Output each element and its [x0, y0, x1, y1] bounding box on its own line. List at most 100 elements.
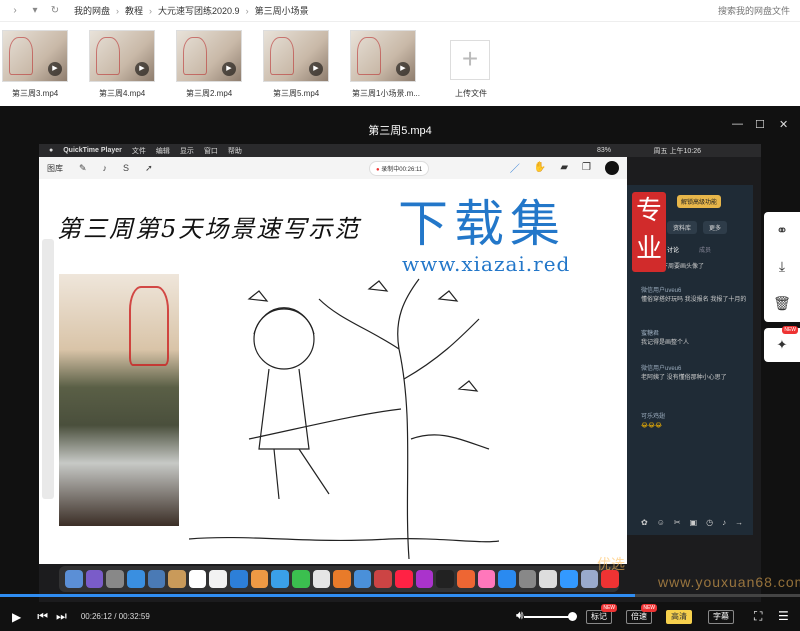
current-time: 00:26:12 [80, 612, 112, 621]
transform-icon: ➚ [145, 162, 153, 173]
video-file-item[interactable]: ▶ 第三周5.mp4 [263, 30, 335, 99]
volume-knob[interactable] [568, 612, 577, 621]
volume-icon[interactable]: 🔊︎ [516, 608, 524, 623]
chat-user: 微信用户uveu6 [641, 288, 682, 294]
list-icon[interactable]: ☰ [778, 609, 789, 623]
volume-slider[interactable] [524, 616, 572, 618]
selection-icon: S [123, 163, 130, 173]
scissors-icon: ✂ [673, 518, 681, 527]
play-icon: ▶ [222, 62, 236, 76]
recording-time: 录制中00:26:11 [381, 167, 423, 173]
battery-percent: 83% [596, 147, 611, 154]
chat-tab-discussion: 讨论 [667, 248, 680, 254]
player-title: 第三周5.mp4 [368, 125, 432, 137]
forward-icon[interactable]: › [10, 5, 20, 16]
chat-tab-members: 成员 [699, 248, 712, 254]
chat-text: 老阿姨了 没有懂俗那种小心思了 [641, 375, 727, 381]
adjust-icon: ♪ [102, 163, 108, 173]
chat-text: 我记得是画整个人 [641, 340, 690, 346]
previous-icon[interactable]: ⏮ [37, 609, 48, 624]
play-icon: ▶ [135, 62, 149, 76]
quality-button[interactable]: 高清 [666, 610, 692, 624]
file-name: 第三周2.mp4 [186, 89, 233, 98]
chat-text: 懂俗穿搭好玩吗 我没报名 我报了十月的 [641, 297, 747, 303]
speed-button[interactable]: 倍速 NEW [626, 604, 657, 624]
watermark-site: 优选 [597, 556, 625, 572]
file-name: 第三周3.mp4 [12, 89, 59, 98]
breadcrumb-item[interactable]: 我的网盘 [74, 4, 110, 17]
new-badge: NEW [782, 326, 798, 334]
breadcrumb-item[interactable]: 大元速写团练2020.9 [158, 4, 240, 17]
video-file-item[interactable]: ▶ 第三周3.mp4 [2, 30, 74, 99]
chevron-down-icon[interactable]: ▾ [30, 5, 40, 16]
video-thumbnail: ▶ [350, 30, 416, 82]
pin-icon: ✦ [776, 337, 788, 352]
mac-menu-item: 窗口 [203, 147, 218, 155]
next-icon[interactable]: ⏭ [56, 609, 67, 624]
mac-clock: 周五 上午10:26 [653, 147, 701, 155]
emoji-icon: ☺ [656, 518, 665, 527]
video-file-item[interactable]: ▶ 第三周2.mp4 [176, 30, 248, 99]
video-file-item[interactable]: ▶ 第三周4.mp4 [89, 30, 161, 99]
breadcrumb-separator: › [116, 5, 120, 16]
file-thumbnails: ▶ 第三周3.mp4 ▶ 第三周4.mp4 ▶ 第三周2.mp4 ▶ 第三周5.… [0, 22, 800, 106]
file-name: 第三周1小场景.m... [352, 89, 421, 98]
close-icon[interactable]: ✕ [779, 118, 788, 131]
layers-icon: ❐ [582, 162, 591, 173]
wrench-icon: ✎ [79, 162, 87, 173]
brush-icon: ／ [509, 164, 520, 175]
chat-message: 可乐鸡翅 😂😂😂 [641, 413, 749, 431]
video-thumbnail: ▶ [89, 30, 155, 82]
watermark-title: 下载集 [398, 195, 566, 253]
refresh-icon[interactable]: ↻ [50, 5, 60, 16]
minimize-icon[interactable]: — [732, 118, 743, 130]
mac-dock [59, 566, 619, 592]
trash-icon[interactable]: 🗑︎ [773, 295, 791, 312]
chat-input-bar: ✿ ☺ ✂ ▣ ◷ ♪ → [641, 518, 743, 527]
player-controls: ▶ ⏮ ⏭ 00:26:12 / 00:32:59 🔊︎ 标记 NEW 倍速 NEW… [0, 602, 800, 631]
bookmark-button[interactable]: 标记 NEW [586, 604, 617, 624]
eraser-icon: ▰ [560, 162, 569, 173]
search-input[interactable] [660, 3, 790, 19]
play-icon: ▶ [396, 62, 410, 76]
chat-user: 蜜糖君 [641, 331, 660, 337]
video-file-item[interactable]: ▶ 第三周1小场景.m... [350, 30, 422, 99]
download-icon[interactable]: ⤓ [779, 258, 785, 275]
video-thumbnail: ▶ [2, 30, 68, 82]
time-readout: 00:26:12 / 00:32:59 [80, 612, 150, 621]
watermark-site-url: www.youxuan68.com [658, 574, 800, 590]
watermark-url: www.xiazai.red [402, 252, 571, 276]
video-player: 第三周5.mp4 — ☐ ✕ ● QuickTime Player 文件 编辑 … [0, 106, 800, 631]
brush-size-slider [42, 239, 54, 499]
subtitles-button[interactable]: 字幕 [708, 610, 734, 624]
image-icon: ▣ [689, 518, 698, 527]
duration: 00:32:59 [118, 612, 150, 621]
pin-button[interactable]: ✦ NEW [764, 326, 800, 362]
send-icon: → [735, 518, 744, 527]
breadcrumb: 我的网盘 › 教程 › 大元速写团练2020.9 › 第三周小场景 [74, 4, 309, 17]
fullscreen-icon[interactable]: ⛶ [754, 609, 762, 624]
plus-icon: + [461, 43, 479, 74]
breadcrumb-item[interactable]: 第三周小场景 [255, 4, 309, 17]
upload-button[interactable]: + [450, 40, 490, 80]
breadcrumb-item[interactable]: 教程 [125, 4, 143, 17]
watermark-seal: 专业 [632, 192, 666, 272]
chat-user: 可乐鸡翅 [641, 414, 666, 420]
play-icon[interactable]: ▶ [12, 610, 21, 624]
mac-menu-item: 文件 [131, 147, 146, 155]
recording-indicator: ● 录制中00:26:11 [369, 161, 430, 176]
apple-icon: ● [49, 147, 54, 154]
new-badge: NEW [641, 604, 657, 612]
maximize-icon[interactable]: ☐ [755, 118, 765, 131]
drawing-toolbar: 图库 ✎ ♪ S ➚ ● 录制中00:26:11 ／ ✋ ▰ ❐ [39, 157, 627, 179]
mac-menu-item: 帮助 [227, 147, 242, 155]
share-icon[interactable]: ⚭ [776, 222, 788, 239]
mac-menu-item: 编辑 [155, 147, 170, 155]
bell-icon: ♪ [722, 518, 727, 527]
chat-message: 蜜糖君 我记得是画整个人 [641, 330, 749, 348]
chat-message: 微信用户uveu6 老阿姨了 没有懂俗那种小心思了 [641, 365, 749, 383]
breadcrumb-bar: › ▾ ↻ 我的网盘 › 教程 › 大元速写团练2020.9 › 第三周小场景 [0, 0, 800, 22]
progress-bar[interactable] [0, 594, 800, 597]
color-picker-icon [605, 160, 619, 175]
chat-text: 😂😂😂 [641, 423, 663, 429]
